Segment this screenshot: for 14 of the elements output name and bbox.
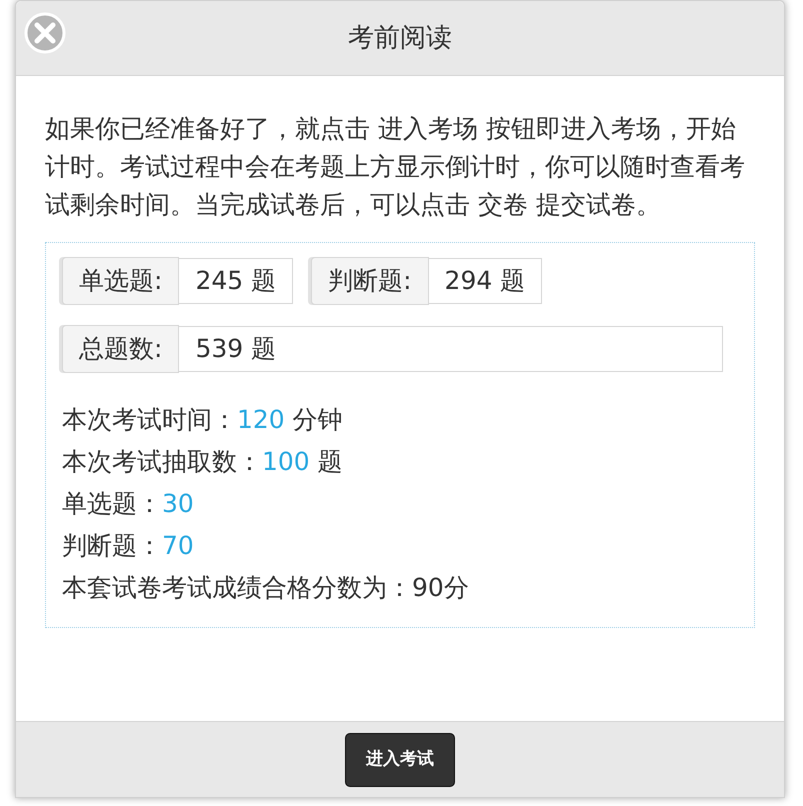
- enter-exam-button[interactable]: 进入考试: [345, 732, 455, 786]
- field-label: 总题数:: [62, 325, 180, 373]
- field-value: 245 题: [179, 258, 294, 304]
- info-line: 本次考试时间：120 分钟: [62, 404, 344, 436]
- info-line: 判断题：70: [62, 530, 195, 562]
- info-line: 本套试卷考试成绩合格分数为：90分: [62, 572, 470, 604]
- field-value: 294 题: [428, 258, 542, 304]
- dialog-title: 考前阅读: [348, 22, 452, 54]
- field-label: 单选题:: [62, 257, 180, 305]
- field-value: 539 题: [179, 326, 723, 372]
- info-line: 本次考试抽取数：100 题: [62, 446, 344, 478]
- info-line: 单选题：30: [62, 488, 195, 520]
- intro-paragraph: 如果你已经准备好了，就点击 进入考场 按钮即进入考场，开始计时。考试过程中会在考题上方显示倒计时，你可以随时查看考试剩余时间。当完成试卷后，可以点击 交卷 提交试卷。: [45, 113, 746, 221]
- field-label: 判断题:: [311, 257, 429, 305]
